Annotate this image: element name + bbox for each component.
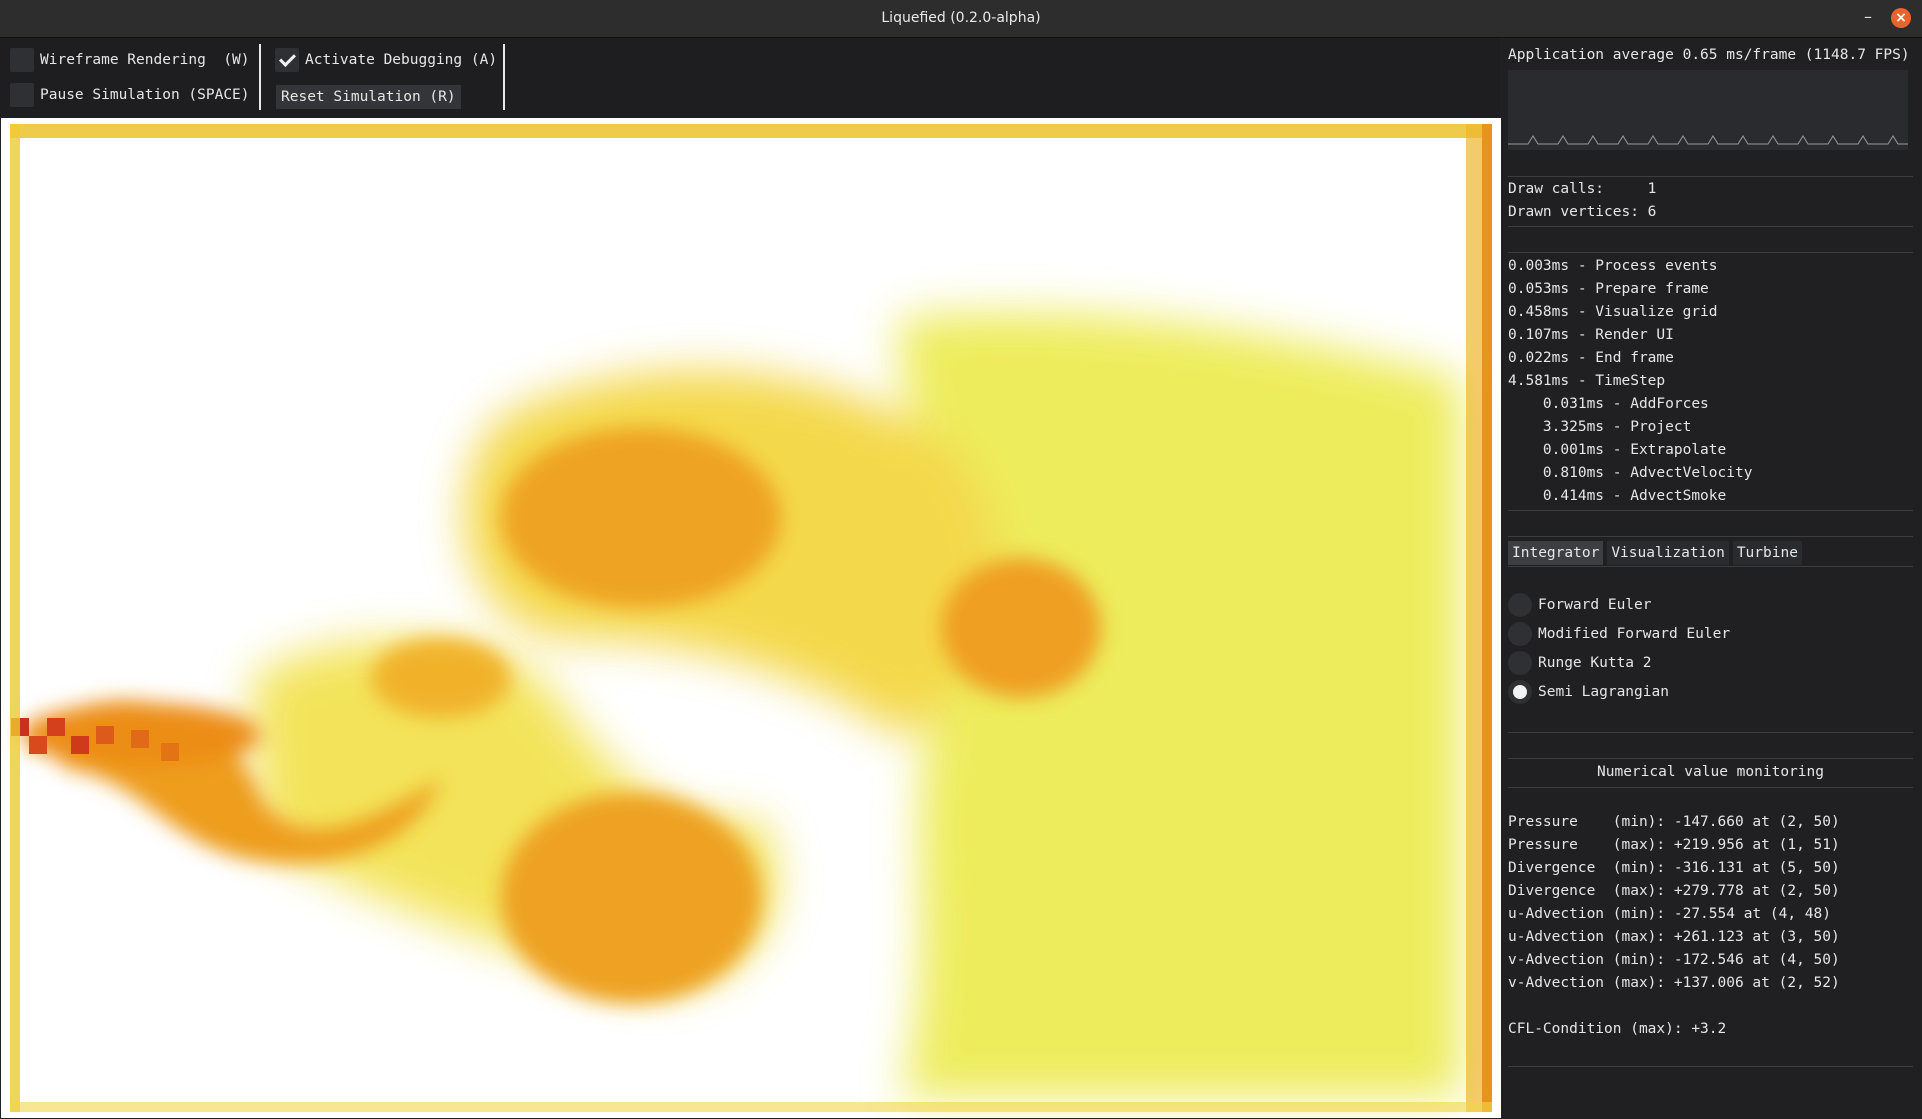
monitoring-title: Numerical value monitoring — [1597, 764, 1824, 780]
timing-row: 0.031ms - AddForces — [1508, 396, 1709, 412]
window-title: Liquefied (0.2.0-alpha) — [881, 10, 1041, 26]
monitor-row: v-Advection (min): -172.546 at (4, 50) — [1508, 952, 1840, 968]
timing-row: 0.022ms - End frame — [1508, 350, 1674, 366]
tab-visualization[interactable]: Visualization — [1607, 541, 1729, 565]
monitor-row: v-Advection (max): +137.006 at (2, 52) — [1508, 975, 1840, 991]
integrator-label: Modified Forward Euler — [1538, 626, 1731, 642]
radio-button[interactable] — [1508, 651, 1532, 675]
minimize-icon[interactable]: – — [1858, 8, 1878, 28]
pause-label: Pause Simulation (SPACE) — [40, 87, 250, 103]
radio-button-selected[interactable] — [1508, 680, 1532, 704]
divider — [1508, 566, 1913, 567]
divider — [1508, 536, 1913, 537]
smoke-field — [1, 118, 1501, 1118]
cfl-condition-text: CFL-Condition (max): +3.2 — [1508, 1021, 1727, 1037]
debug-panel: Application average 0.65 ms/frame (1148.… — [1503, 38, 1922, 1119]
timing-row: 3.325ms - Project — [1508, 419, 1692, 435]
monitor-row: Divergence (max): +279.778 at (2, 50) — [1508, 883, 1840, 899]
integrator-option-modified-forward-euler[interactable]: Modified Forward Euler — [1508, 622, 1730, 646]
timing-row: 0.003ms - Process events — [1508, 258, 1718, 274]
monitor-row: Divergence (min): -316.131 at (5, 50) — [1508, 860, 1840, 876]
monitor-row: u-Advection (min): -27.554 at (4, 48) — [1508, 906, 1832, 922]
wireframe-checkbox[interactable] — [10, 48, 34, 72]
divider — [1508, 226, 1913, 227]
timing-row: 0.001ms - Extrapolate — [1508, 442, 1727, 458]
integrator-label: Semi Lagrangian — [1538, 684, 1669, 700]
divider — [1508, 252, 1913, 253]
tab-integrator[interactable]: Integrator — [1508, 541, 1604, 565]
integrator-label: Runge Kutta 2 — [1538, 655, 1652, 671]
tab-turbine[interactable]: Turbine — [1732, 541, 1802, 565]
timing-row: 0.414ms - AdvectSmoke — [1508, 488, 1727, 504]
debugging-label: Activate Debugging (A) — [305, 52, 498, 68]
timing-row: 4.581ms - TimeStep — [1508, 373, 1666, 389]
drawn-vertices-text: Drawn vertices: 6 — [1508, 204, 1657, 220]
monitor-row: u-Advection (max): +261.123 at (3, 50) — [1508, 929, 1840, 945]
close-icon[interactable]: × — [1891, 8, 1911, 28]
frame-time-graph — [1508, 70, 1908, 150]
timing-row: 0.107ms - Render UI — [1508, 327, 1674, 343]
wireframe-toggle[interactable]: Wireframe Rendering (W) — [10, 48, 250, 72]
integrator-option-semi-lagrangian[interactable]: Semi Lagrangian — [1508, 680, 1669, 704]
app-average-text: Application average 0.65 ms/frame (1148.… — [1508, 47, 1910, 63]
timing-row: 0.810ms - AdvectVelocity — [1508, 465, 1753, 481]
integrator-label: Forward Euler — [1538, 597, 1652, 613]
pause-checkbox[interactable] — [10, 83, 34, 107]
radio-button[interactable] — [1508, 622, 1532, 646]
title-bar: Liquefied (0.2.0-alpha) – × — [0, 0, 1922, 38]
timing-row: 0.458ms - Visualize grid — [1508, 304, 1718, 320]
toolbar-separator — [259, 44, 261, 110]
timing-row: 0.053ms - Prepare frame — [1508, 281, 1709, 297]
integrator-option-runge-kutta-2[interactable]: Runge Kutta 2 — [1508, 651, 1652, 675]
divider — [1508, 732, 1913, 733]
draw-calls-text: Draw calls: 1 — [1508, 181, 1657, 197]
monitor-row: Pressure (max): +219.956 at (1, 51) — [1508, 837, 1840, 853]
wireframe-label: Wireframe Rendering (W) — [40, 52, 250, 68]
divider — [1508, 1066, 1913, 1067]
pause-toggle[interactable]: Pause Simulation (SPACE) — [10, 83, 250, 107]
tab-bar: Integrator Visualization Turbine — [1508, 541, 1806, 565]
toolbar-separator — [503, 44, 505, 110]
radio-button[interactable] — [1508, 593, 1532, 617]
monitor-row: Pressure (min): -147.660 at (2, 50) — [1508, 814, 1840, 830]
divider — [1508, 787, 1913, 788]
integrator-option-forward-euler[interactable]: Forward Euler — [1508, 593, 1652, 617]
divider — [1508, 510, 1913, 511]
reset-simulation-button[interactable]: Reset Simulation (R) — [276, 85, 461, 109]
debugging-toggle[interactable]: Activate Debugging (A) — [275, 48, 497, 72]
simulation-viewport[interactable] — [1, 118, 1501, 1118]
divider — [1508, 176, 1913, 177]
debugging-checkbox[interactable] — [275, 48, 299, 72]
divider — [1508, 758, 1913, 759]
